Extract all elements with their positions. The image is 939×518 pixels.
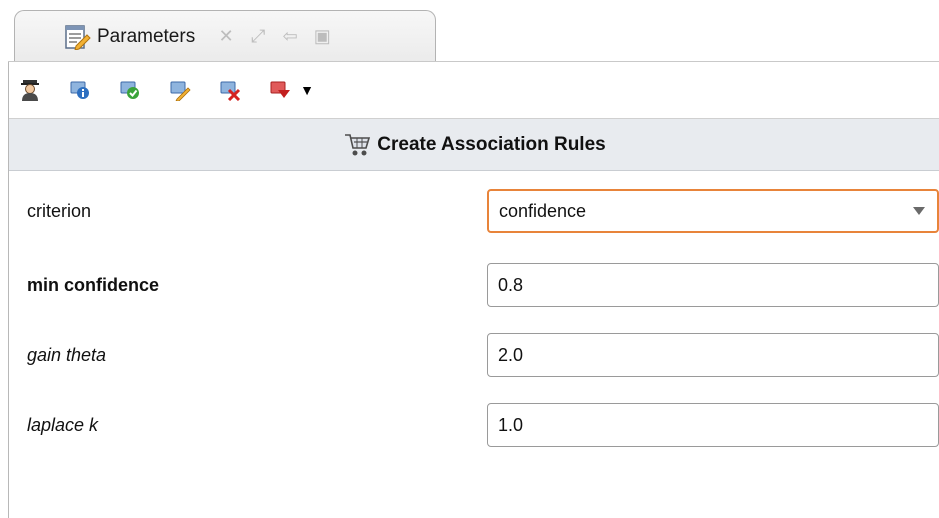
operator-title: Create Association Rules	[377, 133, 606, 155]
operator-info-icon[interactable]	[69, 79, 91, 101]
param-row-min-confidence: min confidence	[9, 258, 939, 312]
rename-operator-icon[interactable]	[169, 79, 191, 102]
parameters-panel: ▼ Create Association Rules criterion con…	[8, 62, 939, 518]
enable-operator-icon[interactable]	[119, 79, 141, 101]
expert-mode-icon[interactable]	[19, 79, 41, 101]
view-tab-strip: Parameters ✕ ⤢ ⇦ ▣	[0, 0, 939, 62]
dock-view-icon[interactable]: ⇦	[279, 26, 301, 48]
cart-icon	[343, 132, 371, 158]
param-row-gain-theta: gain theta	[9, 328, 939, 382]
operator-header: Create Association Rules	[9, 119, 939, 171]
chevron-down-icon[interactable]: ▼	[299, 79, 315, 101]
gain-theta-field[interactable]	[487, 333, 939, 377]
restore-view-icon[interactable]: ▣	[311, 26, 333, 48]
gain-theta-label: gain theta	[27, 344, 107, 365]
parameters-tab[interactable]: Parameters ✕ ⤢ ⇦ ▣	[14, 10, 436, 62]
criterion-label: criterion	[27, 200, 92, 221]
delete-operator-icon[interactable]	[219, 79, 241, 102]
close-view-icon[interactable]: ✕	[215, 26, 237, 48]
laplace-k-field[interactable]	[487, 403, 939, 447]
param-row-criterion: criterion confidence	[9, 184, 939, 238]
param-row-laplace-k: laplace k	[9, 398, 939, 452]
operator-menu-icon[interactable]	[269, 79, 291, 101]
parameters-icon	[63, 24, 91, 51]
laplace-k-label: laplace k	[27, 414, 99, 435]
maximize-view-icon[interactable]: ⤢	[247, 26, 269, 48]
min-confidence-label: min confidence	[27, 274, 160, 295]
chevron-down-icon[interactable]	[913, 207, 925, 215]
min-confidence-field[interactable]	[487, 263, 939, 307]
criterion-selected-value: confidence	[499, 200, 587, 221]
parameters-toolbar: ▼	[9, 62, 939, 119]
criterion-select[interactable]: confidence	[487, 189, 939, 233]
tab-title: Parameters	[97, 25, 196, 47]
